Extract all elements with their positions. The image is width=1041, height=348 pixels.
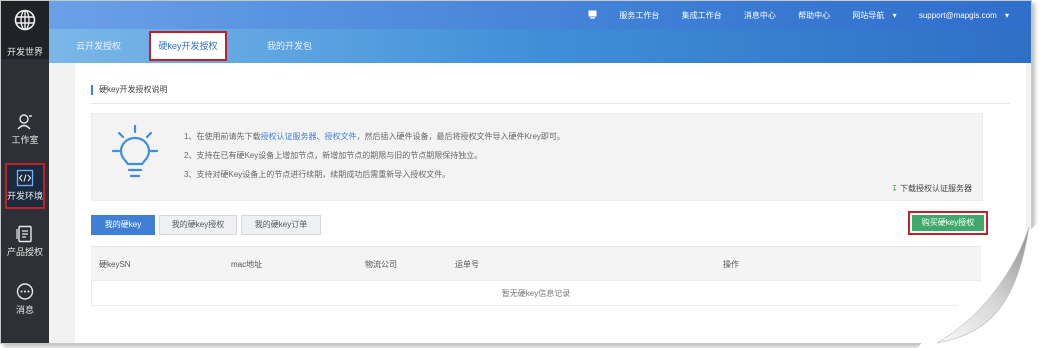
instruction-panel: 1、在使用前请先下载授权认证服务器、授权文件，然后插入硬件设备，最后将授权文件导…: [91, 113, 983, 201]
download-icon: ↧: [891, 184, 898, 193]
nav-service-workbench[interactable]: 服务工作台: [619, 11, 659, 20]
tab-hardkey-license[interactable]: 硬key开发授权: [149, 31, 227, 61]
instruction-line-3: 3、支持对硬Key设备上的节点进行续期，续期成功后需重新导入授权文件。: [184, 170, 451, 179]
tab-my-dev-packages[interactable]: 我的开发包: [267, 39, 312, 52]
sidebar-item-dev-env[interactable]: 开发环境: [1, 169, 49, 202]
nav-help-center[interactable]: 帮助中心: [798, 11, 830, 20]
subtab-my-hardkey[interactable]: 我的硬key: [91, 215, 155, 235]
top-nav: 服务工作台 集成工作台 消息中心 帮助中心 网站导航 ▾ support@map…: [588, 10, 1009, 21]
column-header-mac: mac地址: [231, 260, 263, 269]
tab-bar: 云开发授权 硬key开发授权 我的开发包: [49, 29, 1031, 63]
lightbulb-icon: [112, 124, 158, 178]
instruction-prefix: 1、在使用前请先下载: [184, 132, 261, 141]
globe-icon: [14, 9, 36, 31]
subtab-my-hardkey-license[interactable]: 我的硬key授权: [159, 215, 237, 235]
sidebar-item-label: 开发环境: [6, 191, 43, 201]
license-icon: [16, 225, 32, 243]
sidebar-item-label: 消息: [15, 305, 34, 315]
main-content: 硬key开发授权说明 1、在使用前请先下载授权认证服务器、授权文件，然后插入硬件…: [75, 63, 1026, 343]
tab-cloud-license[interactable]: 云开发授权: [76, 39, 121, 52]
nav-message-center[interactable]: 消息中心: [744, 11, 776, 20]
empty-table-message: 暂无硬key信息记录: [91, 280, 981, 306]
column-header-sn: 硬keySN: [99, 260, 131, 269]
top-navbar: 服务工作台 集成工作台 消息中心 帮助中心 网站导航 ▾ support@map…: [49, 1, 1031, 29]
chevron-down-icon[interactable]: ▾: [1005, 11, 1009, 20]
download-label: 下载授权认证服务器: [900, 184, 972, 193]
sidebar-brand[interactable]: 开发世界: [1, 1, 49, 59]
monitor-icon[interactable]: [588, 10, 597, 19]
sidebar-item-messages[interactable]: 消息: [1, 283, 49, 316]
sidebar: 开发世界 工作室 开发环境 产品授权 消息: [1, 1, 49, 343]
download-auth-server-link[interactable]: ↧ 下载授权认证服务器: [891, 183, 972, 194]
sidebar-item-label: 产品授权: [6, 247, 43, 257]
code-icon: [16, 169, 34, 187]
column-header-logistics: 物流公司: [365, 260, 397, 269]
auth-server-link[interactable]: 授权认证服务器: [260, 132, 316, 141]
sidebar-item-product-license[interactable]: 产品授权: [1, 225, 49, 258]
app-window: 开发世界 工作室 开发环境 产品授权 消息 服务工作台 集成工作台 消息中心 帮…: [0, 0, 1032, 344]
page-curl-decoration: [917, 219, 1041, 348]
instruction-line-2: 2、支持在已有硬Key设备上增加节点，新增加节点的期限与旧的节点期限保持独立。: [184, 151, 483, 160]
column-header-actions: 操作: [723, 260, 739, 269]
instruction-line-1: 1、在使用前请先下载授权认证服务器、授权文件，然后插入硬件设备，最后将授权文件导…: [184, 131, 565, 142]
person-icon: [17, 114, 32, 130]
user-email[interactable]: support@mapgis.com: [919, 11, 997, 20]
sidebar-item-studio[interactable]: 工作室: [1, 113, 49, 146]
nav-integration-workbench[interactable]: 集成工作台: [682, 11, 722, 20]
table-header: 硬keySN mac地址 物流公司 运单号 操作: [91, 246, 981, 281]
subtab-my-hardkey-orders[interactable]: 我的硬key订单: [241, 215, 321, 235]
message-icon: [16, 283, 34, 300]
nav-site-navigation[interactable]: 网站导航: [852, 11, 884, 20]
chevron-down-icon[interactable]: ▾: [893, 11, 897, 20]
sidebar-item-label: 工作室: [11, 135, 39, 145]
column-header-tracking-number: 运单号: [455, 260, 479, 269]
license-file-link[interactable]: 授权文件: [324, 132, 356, 141]
instruction-suffix: ，然后插入硬件设备，最后将授权文件导入硬件Krey即可。: [356, 132, 565, 141]
sidebar-brand-label: 开发世界: [6, 47, 43, 57]
divider: [91, 103, 1010, 104]
section-title: 硬key开发授权说明: [91, 85, 167, 95]
